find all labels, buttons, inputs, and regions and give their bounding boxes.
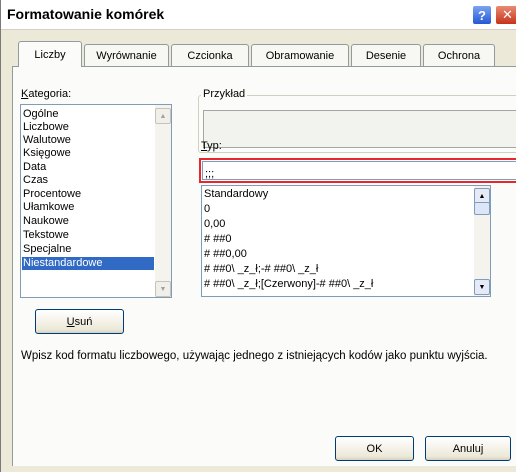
format-code-list[interactable]: Standardowy 0 0,00 # ##0 # ##0,00 # ##0\… (201, 185, 491, 297)
category-scrollbar[interactable]: ▲ ▼ (155, 105, 171, 297)
category-item-niestandardowe[interactable]: Niestandardowe (22, 257, 154, 270)
arrow-down-icon: ▼ (159, 285, 167, 293)
help-icon: ? (478, 7, 486, 23)
category-item-ulamkowe[interactable]: Ułamkowe (23, 201, 74, 214)
close-button[interactable]: ✕ (495, 5, 516, 25)
ok-button[interactable]: OK (335, 436, 414, 461)
tab-czcionka[interactable]: Czcionka (171, 44, 249, 66)
format-item[interactable]: Standardowy (204, 188, 268, 201)
dialog-title: Formatowanie komórek (7, 6, 165, 22)
sample-legend: Przykład (201, 88, 248, 100)
category-item-naukowe[interactable]: Naukowe (23, 215, 69, 228)
arrow-up-icon: ▲ (159, 112, 167, 120)
tab-label: Liczby (34, 48, 66, 61)
arrow-down-icon: ▼ (478, 283, 486, 291)
format-item[interactable]: # ##0 (204, 233, 232, 246)
hint-text: Wpisz kod formatu liczbowego, używając j… (21, 350, 488, 362)
format-item[interactable]: # ##0\ _z_ł;-# ##0\ _z_ł (204, 263, 318, 276)
scroll-thumb[interactable] (474, 202, 490, 215)
tab-liczby[interactable]: Liczby (18, 41, 82, 67)
category-item-specjalne[interactable]: Specjalne (23, 243, 71, 256)
tab-desenie[interactable]: Desenie (351, 44, 421, 66)
scroll-up-button[interactable]: ▲ (155, 108, 171, 124)
category-item-ksiegowe[interactable]: Księgowe (23, 147, 71, 160)
category-item-data[interactable]: Data (23, 161, 46, 174)
sample-preview (203, 110, 516, 148)
scroll-down-button[interactable]: ▼ (155, 281, 171, 297)
tab-obramowanie[interactable]: Obramowanie (251, 44, 349, 66)
tab-label: Obramowanie (265, 49, 335, 62)
close-icon: ✕ (502, 7, 513, 22)
format-item[interactable]: 0,00 (204, 218, 225, 231)
category-item-czas[interactable]: Czas (23, 174, 48, 187)
category-item-ogolne[interactable]: Ogólne (23, 108, 58, 121)
type-label: Typ: (201, 140, 222, 152)
delete-button[interactable]: Usuń (35, 309, 124, 334)
tab-label: Desenie (365, 49, 407, 62)
category-list[interactable]: Ogólne Liczbowe Walutowe Księgowe Data C… (20, 104, 172, 298)
format-item[interactable]: # ##0,00 (204, 248, 247, 261)
tab-ochrona[interactable]: Ochrona (423, 44, 495, 66)
tab-label: Czcionka (187, 49, 233, 62)
format-item[interactable]: 0 (204, 203, 210, 216)
category-item-tekstowe[interactable]: Tekstowe (23, 229, 69, 242)
scroll-down-button[interactable]: ▼ (474, 279, 490, 295)
format-scrollbar[interactable]: ▲ ▼ (474, 186, 490, 296)
cancel-button[interactable]: Anuluj (425, 436, 511, 461)
category-item-procentowe[interactable]: Procentowe (23, 188, 81, 201)
dialog-window: Formatowanie komórek ? ✕ Liczby Wyrównan… (0, 0, 516, 472)
category-label: Kategoria: (21, 88, 72, 100)
format-item[interactable]: # ##0\ _z_ł;[Czerwony]-# ##0\ _z_ł (204, 278, 373, 291)
category-item-walutowe[interactable]: Walutowe (23, 134, 71, 147)
tab-wyrownanie[interactable]: Wyrównanie (84, 44, 169, 66)
type-input[interactable] (199, 158, 516, 183)
category-item-liczbowe[interactable]: Liczbowe (23, 121, 69, 134)
tab-label: Ochrona (437, 49, 481, 62)
help-button[interactable]: ? (472, 5, 492, 25)
tab-label: Wyrównanie (96, 49, 157, 62)
arrow-up-icon: ▲ (478, 192, 486, 200)
title-bar[interactable]: Formatowanie komórek ? ✕ (1, 0, 516, 30)
